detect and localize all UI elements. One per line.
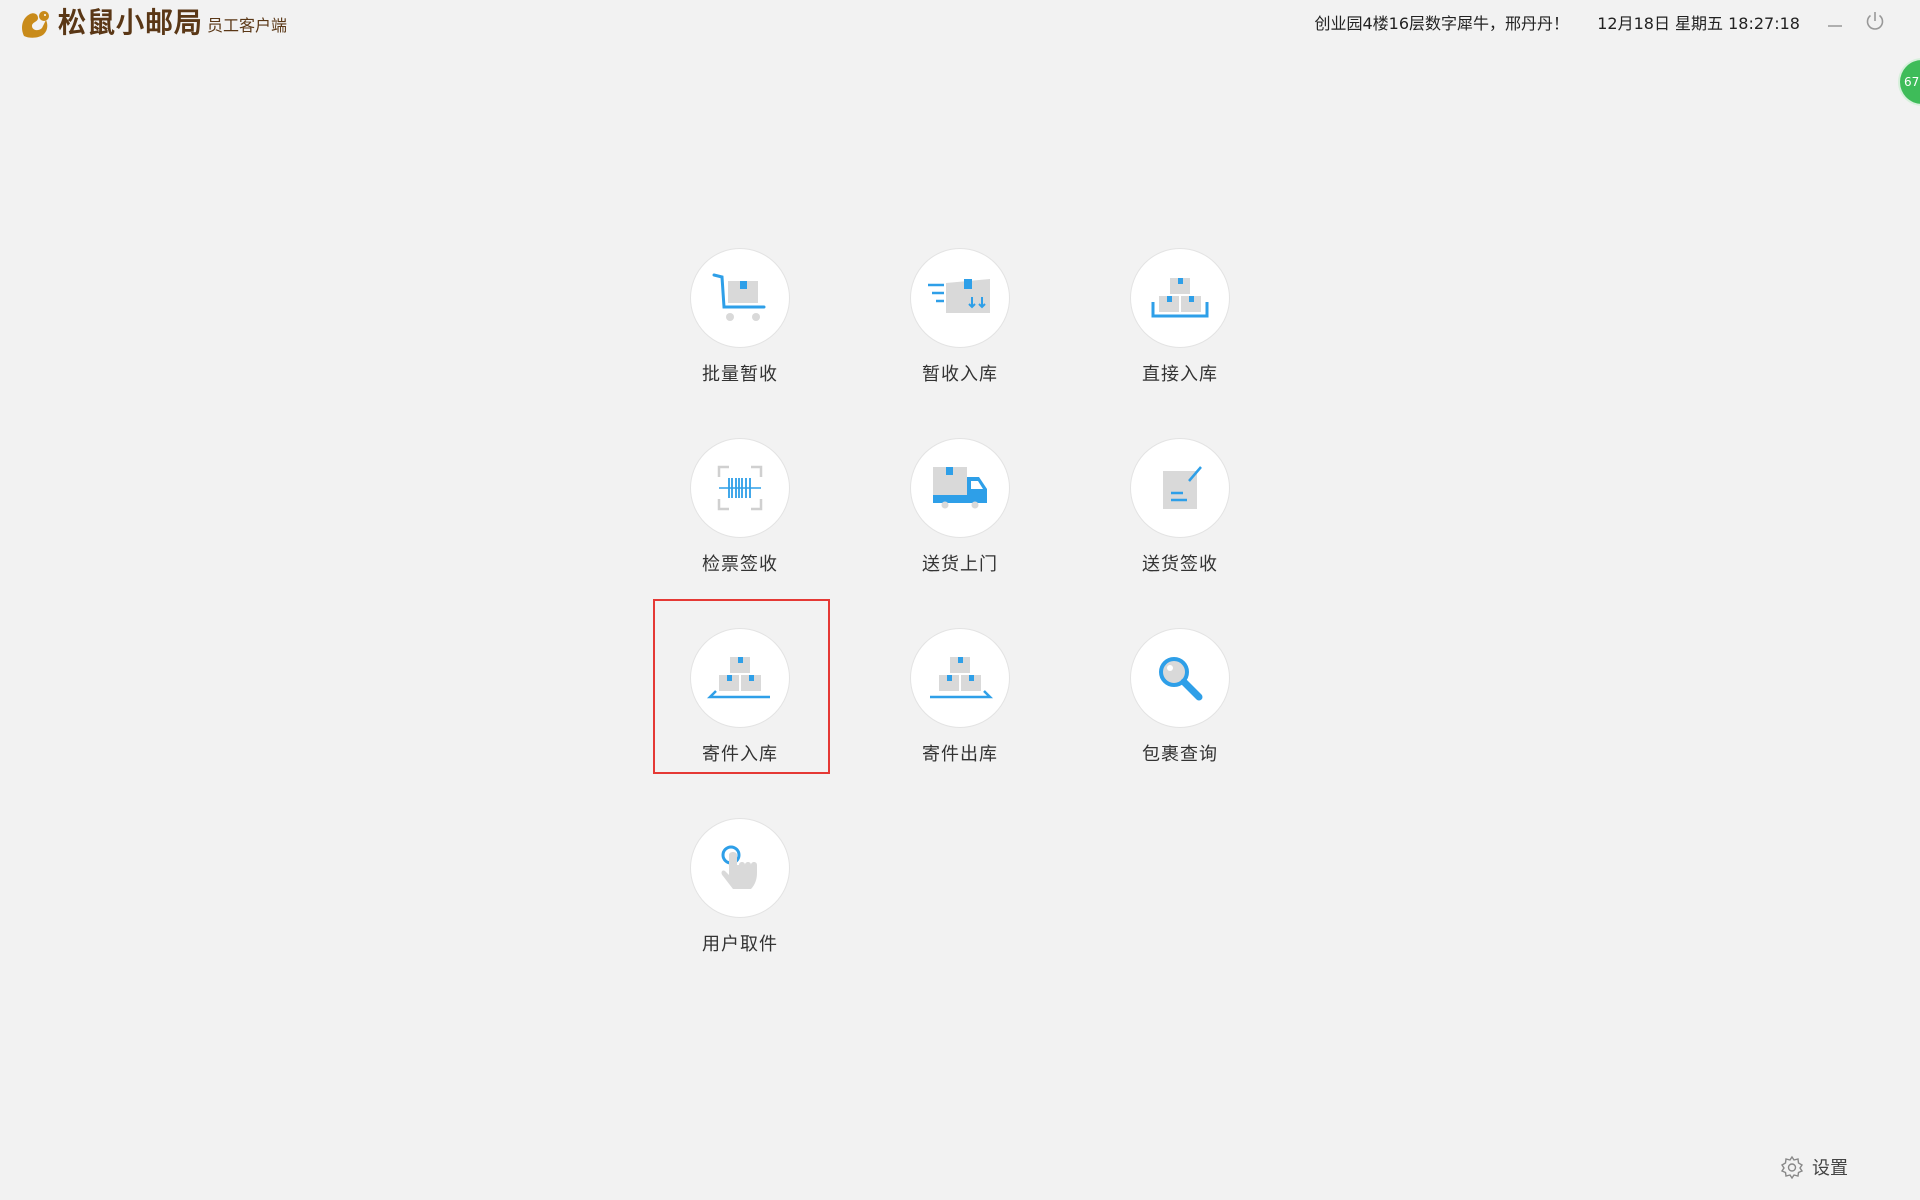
tile-label: 批量暂收 [702,364,778,385]
cart-icon [712,273,766,321]
tile-label: 送货上门 [922,554,998,575]
tile-home-delivery[interactable]: 送货上门 [870,438,1050,598]
tile-package-query[interactable]: 包裹查询 [1090,628,1270,788]
tile-icon-circle [690,438,790,538]
tile-direct-storage[interactable]: 直接入库 [1090,248,1270,408]
magnifier-icon [1159,657,1203,701]
settings-button[interactable]: 设置 [1780,1154,1848,1180]
sign-document-icon [1163,466,1202,509]
tile-label: 包裹查询 [1142,744,1218,765]
tile-send-out-storage[interactable]: 寄件出库 [870,628,1050,788]
gear-icon [1780,1155,1804,1179]
tile-label: 暂收入库 [922,364,998,385]
tile-label: 检票签收 [702,554,778,575]
tile-delivery-sign[interactable]: 送货签收 [1090,438,1270,598]
tile-icon-circle [1130,248,1230,348]
incoming-package-icon [928,279,990,313]
tile-icon-circle [1130,628,1230,728]
boxes-tray-icon [1151,278,1209,318]
function-grid: 批量暂收 暂收入库 直接入库 检票签收 送货上门 送货签收 寄件入库 寄件出库 … [0,0,1920,1200]
tile-label: 送货签收 [1142,554,1218,575]
tile-label: 寄件出库 [922,744,998,765]
tile-temp-storage[interactable]: 暂收入库 [870,248,1050,408]
tile-icon-circle [910,248,1010,348]
tile-ticket-sign[interactable]: 检票签收 [650,438,830,598]
delivery-truck-icon [933,467,987,509]
tile-icon-circle [1130,438,1230,538]
barcode-scan-icon [717,465,763,511]
settings-label: 设置 [1812,1158,1848,1179]
tile-batch-temp-receive[interactable]: 批量暂收 [650,248,830,408]
tile-user-pickup[interactable]: 用户取件 [650,818,830,978]
boxes-outbound-icon [930,657,994,699]
tile-icon-circle [690,818,790,918]
tap-hand-icon [721,845,757,889]
tile-icon-circle [910,438,1010,538]
tile-icon-circle [910,628,1010,728]
selection-highlight [653,599,830,774]
tile-label: 直接入库 [1142,364,1218,385]
tile-label: 用户取件 [702,934,778,955]
tile-icon-circle [690,248,790,348]
